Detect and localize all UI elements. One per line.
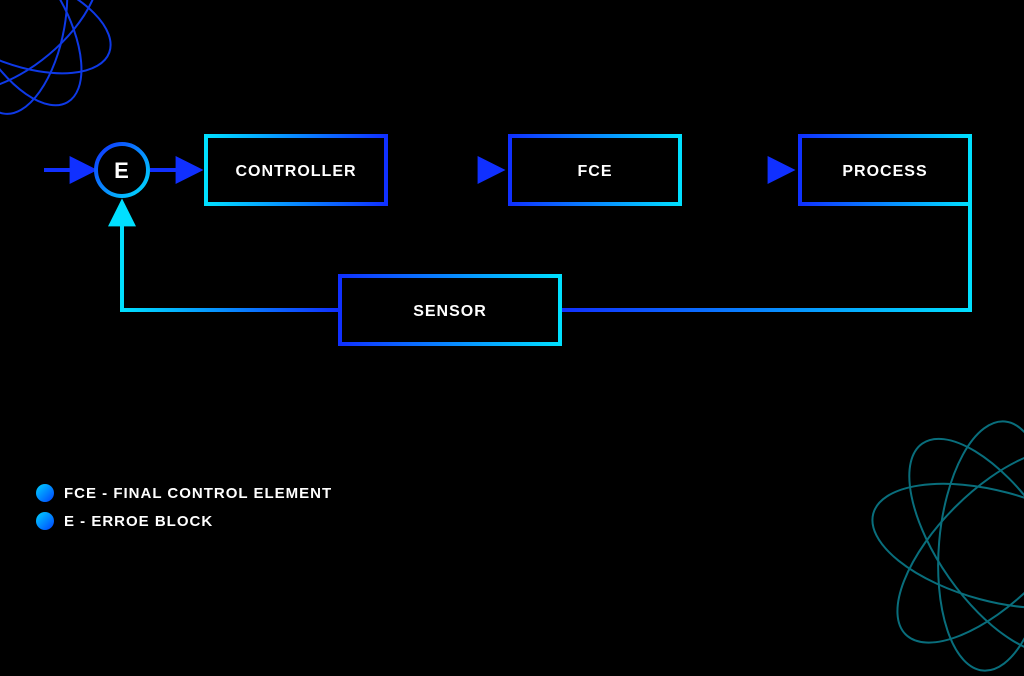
controller-label: CONTROLLER: [235, 163, 356, 180]
error-label: E: [114, 158, 130, 183]
bullet-icon: [36, 512, 54, 530]
sensor-label: SENSOR: [413, 303, 487, 320]
legend-text-e: E - ERROE BLOCK: [64, 513, 213, 530]
process-label: PROCESS: [842, 163, 927, 180]
legend-text-fce: FCE - FINAL CONTROL ELEMENT: [64, 485, 332, 502]
fce-label: FCE: [578, 163, 613, 180]
legend: FCE - FINAL CONTROL ELEMENT E - ERROE BL…: [36, 484, 332, 540]
path-sensor-to-error: [122, 204, 338, 310]
legend-item-e: E - ERROE BLOCK: [36, 512, 332, 530]
bullet-icon: [36, 484, 54, 502]
legend-item-fce: FCE - FINAL CONTROL ELEMENT: [36, 484, 332, 502]
path-process-to-sensor: [562, 204, 970, 310]
